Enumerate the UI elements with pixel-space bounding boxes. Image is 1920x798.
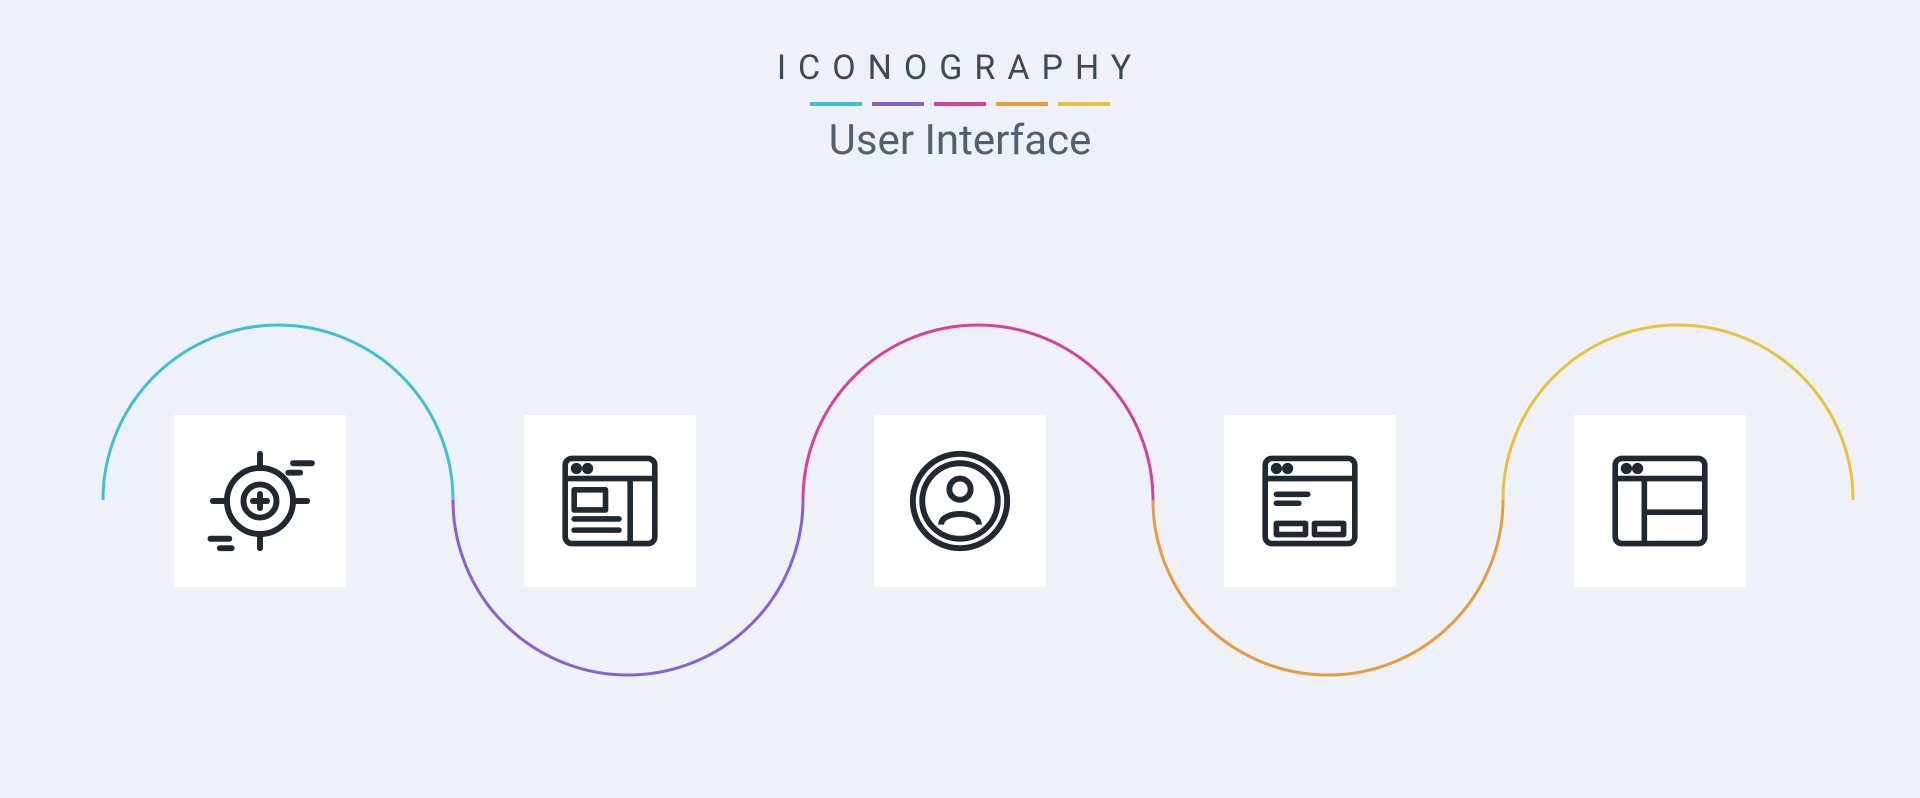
user-circle-icon xyxy=(901,442,1019,560)
icon-card xyxy=(1224,415,1396,587)
header: ICONOGRAPHY User Interface xyxy=(0,0,1920,165)
icon-stage xyxy=(0,260,1920,760)
icon-card xyxy=(1574,415,1746,587)
icon-card xyxy=(524,415,696,587)
layout-right-icon xyxy=(554,445,666,557)
page-subtitle: User Interface xyxy=(0,116,1920,165)
icon-card xyxy=(874,415,1046,587)
layout-left-icon xyxy=(1604,445,1716,557)
target-icon xyxy=(201,442,319,560)
icon-row xyxy=(0,415,1920,587)
page-title: ICONOGRAPHY xyxy=(0,48,1920,88)
icon-card xyxy=(174,415,346,587)
accent-divider xyxy=(0,102,1920,106)
message-window-icon xyxy=(1254,445,1366,557)
